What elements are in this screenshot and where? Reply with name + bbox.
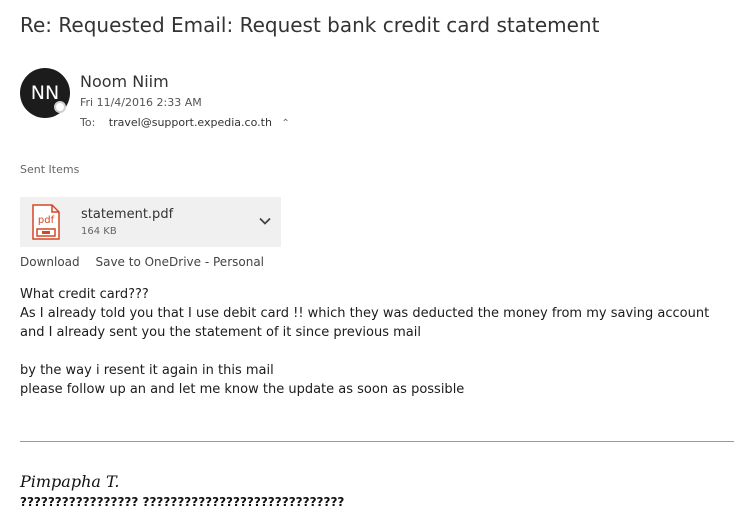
presence-status-icon [54,101,66,113]
to-label: To: [80,116,96,129]
recipient-address[interactable]: travel@support.expedia.co.th [109,116,272,129]
attachment-name[interactable]: statement.pdf [81,207,173,222]
body-line [20,342,720,361]
body-line: What credit card??? [20,287,149,302]
attachment-card[interactable]: pdf statement.pdf 164 KB [20,197,281,247]
signature-divider [20,441,734,442]
sender-name[interactable]: Noom Niim [80,72,169,91]
save-to-onedrive-link[interactable]: Save to OneDrive - Personal [95,255,264,269]
body-line: and I already sent you the statement of … [20,325,421,340]
message-body: What credit card??? As I already told yo… [20,285,720,399]
recipients-row: To: travel@support.expedia.co.th ⌃ [80,116,290,129]
email-subject: Re: Requested Email: Request bank credit… [20,13,600,37]
collapse-recipients-icon[interactable]: ⌃ [281,118,289,129]
body-line: by the way i resent it again in this mai… [20,363,274,378]
signature-line: ????????????????? ??????????????????????… [20,495,345,509]
attachment-actions: Download Save to OneDrive - Personal [20,255,276,269]
pdf-icon-label: pdf [38,215,55,226]
body-line: please follow up an and let me know the … [20,382,465,397]
chevron-down-icon[interactable] [258,214,272,228]
signature-name: Pimpapha T. [20,472,120,491]
pdf-file-icon: pdf [32,204,60,240]
body-line: As I already told you that I use debit c… [20,306,710,321]
download-link[interactable]: Download [20,255,80,269]
folder-label[interactable]: Sent Items [20,163,79,176]
attachment-size: 164 KB [81,226,117,237]
sent-date: Fri 11/4/2016 2:33 AM [80,96,202,109]
